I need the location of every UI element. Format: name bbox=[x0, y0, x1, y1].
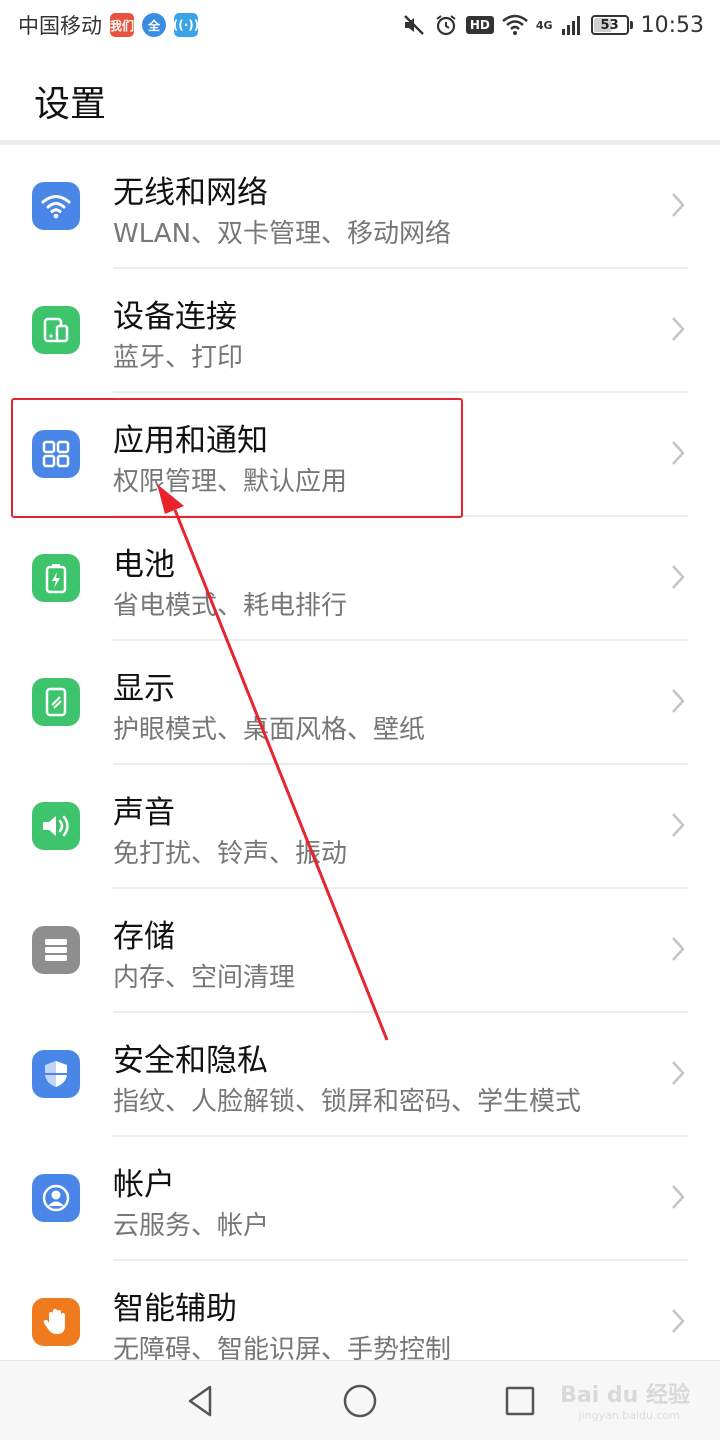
settings-item-subtitle: 免打扰、铃声、振动 bbox=[113, 839, 348, 869]
settings-item-title: 应用和通知 bbox=[113, 423, 268, 459]
watermark-brand: Bai du 经验 bbox=[560, 1383, 690, 1408]
alarm-icon bbox=[436, 15, 456, 36]
settings-item-account[interactable]: 帐户 云服务、帐户 bbox=[0, 1137, 720, 1261]
account-icon bbox=[32, 1174, 80, 1222]
chevron-right-icon bbox=[672, 1185, 685, 1209]
settings-item-title: 无线和网络 bbox=[113, 175, 268, 211]
settings-item-battery[interactable]: 电池 省电模式、耗电排行 bbox=[0, 517, 720, 641]
hd-voice-badge: HD bbox=[465, 16, 494, 34]
settings-item-display[interactable]: 显示 护眼模式、桌面风格、壁纸 bbox=[0, 641, 720, 765]
recent-icon[interactable] bbox=[500, 1381, 540, 1421]
clock: 10:53 bbox=[640, 12, 704, 38]
settings-item-apps-notifications[interactable]: 应用和通知 权限管理、默认应用 bbox=[0, 393, 720, 517]
storage-icon bbox=[32, 926, 80, 974]
wifi-icon bbox=[32, 182, 80, 230]
navigation-bar: Bai du 经验 jingyan.baidu.com bbox=[0, 1360, 720, 1440]
chevron-right-icon bbox=[672, 1061, 685, 1085]
mute-icon bbox=[404, 15, 424, 35]
chevron-right-icon bbox=[672, 689, 685, 713]
wifi-icon bbox=[502, 14, 528, 35]
settings-item-subtitle: 护眼模式、桌面风格、壁纸 bbox=[113, 715, 426, 745]
chevron-right-icon bbox=[672, 193, 685, 217]
watermark-url: jingyan.baidu.com bbox=[578, 1409, 680, 1422]
apps-grid-icon bbox=[32, 430, 80, 478]
notification-badge-icon: ((·)) bbox=[173, 13, 199, 37]
chevron-right-icon bbox=[672, 317, 685, 341]
chevron-right-icon bbox=[672, 565, 685, 589]
settings-item-storage[interactable]: 存储 内存、空间清理 bbox=[0, 889, 720, 1013]
battery-icon: 53 bbox=[590, 15, 633, 35]
battery-icon bbox=[32, 554, 80, 602]
page-header: 设置 bbox=[0, 50, 720, 140]
settings-item-title: 声音 bbox=[113, 795, 175, 831]
signal-icon bbox=[561, 16, 580, 35]
settings-item-title: 智能辅助 bbox=[113, 1291, 237, 1327]
settings-item-title: 安全和隐私 bbox=[113, 1043, 268, 1079]
settings-item-subtitle: WLAN、双卡管理、移动网络 bbox=[113, 219, 452, 249]
settings-item-subtitle: 内存、空间清理 bbox=[113, 963, 296, 993]
network-type: 4G bbox=[535, 18, 553, 32]
settings-list: 无线和网络 WLAN、双卡管理、移动网络 设备连接 蓝牙、打印 应用和通知 权限… bbox=[0, 145, 720, 1385]
settings-item-security-privacy[interactable]: 安全和隐私 指纹、人脸解锁、锁屏和密码、学生模式 bbox=[0, 1013, 720, 1137]
chevron-right-icon bbox=[672, 937, 685, 961]
settings-item-title: 显示 bbox=[113, 671, 175, 707]
chevron-right-icon bbox=[672, 441, 685, 465]
battery-level: 53 bbox=[600, 17, 619, 33]
display-icon bbox=[32, 678, 80, 726]
settings-item-title: 存储 bbox=[113, 919, 175, 955]
settings-item-title: 设备连接 bbox=[113, 299, 237, 335]
speaker-icon bbox=[32, 802, 80, 850]
shield-icon bbox=[32, 1050, 80, 1098]
settings-item-device-connection[interactable]: 设备连接 蓝牙、打印 bbox=[0, 269, 720, 393]
settings-item-sound[interactable]: 声音 免打扰、铃声、振动 bbox=[0, 765, 720, 889]
page-title: 设置 bbox=[34, 84, 107, 125]
settings-item-title: 帐户 bbox=[113, 1167, 175, 1203]
chevron-right-icon bbox=[672, 813, 685, 837]
status-bar: 中国移动 我们 全 ((·)) HD 4G 53 10:53 bbox=[0, 0, 720, 50]
back-icon[interactable] bbox=[180, 1381, 220, 1421]
settings-item-wireless-network[interactable]: 无线和网络 WLAN、双卡管理、移动网络 bbox=[0, 145, 720, 269]
settings-item-subtitle: 省电模式、耗电排行 bbox=[113, 591, 348, 621]
settings-item-subtitle: 权限管理、默认应用 bbox=[113, 467, 348, 497]
notification-badge-icon: 我们 bbox=[110, 13, 134, 37]
notification-badge-icon: 全 bbox=[142, 13, 166, 37]
settings-item-title: 电池 bbox=[113, 547, 175, 583]
home-icon[interactable] bbox=[340, 1381, 380, 1421]
settings-item-subtitle: 云服务、帐户 bbox=[113, 1211, 270, 1241]
settings-item-subtitle: 蓝牙、打印 bbox=[113, 343, 244, 373]
chevron-right-icon bbox=[672, 1309, 685, 1333]
device-connect-icon bbox=[32, 306, 80, 354]
hand-icon bbox=[32, 1298, 80, 1346]
settings-item-subtitle: 指纹、人脸解锁、锁屏和密码、学生模式 bbox=[113, 1087, 582, 1117]
carrier-name: 中国移动 bbox=[18, 14, 102, 38]
